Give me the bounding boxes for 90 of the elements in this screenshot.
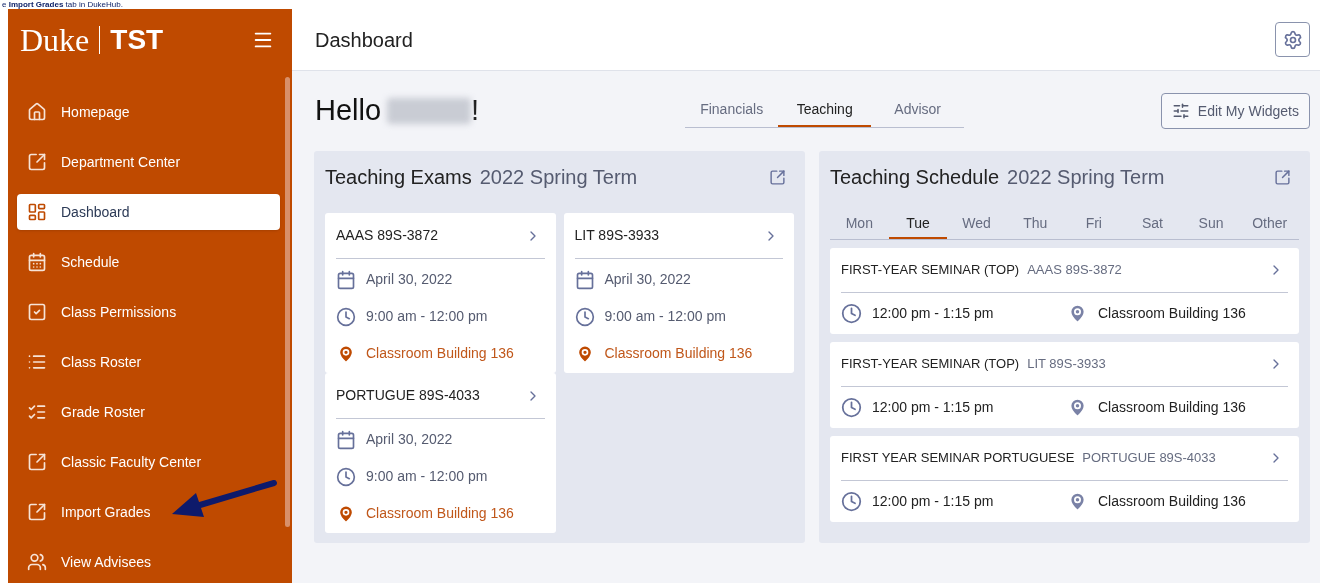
day-tab[interactable]: Sat [1123, 209, 1182, 239]
sidebar-item[interactable]: Classic Faculty Center [17, 444, 280, 480]
sidebar-item[interactable]: Import Grades [17, 494, 280, 530]
class-location: Classroom Building 136 [1098, 303, 1246, 323]
clock-icon [574, 306, 595, 327]
location-pin-icon [336, 343, 356, 364]
class-name: FIRST-YEAR SEMINAR (TOP) [841, 261, 1020, 280]
list-icon [27, 352, 47, 372]
clock-icon [336, 306, 356, 327]
scrollbar[interactable] [285, 77, 290, 527]
exam-location: Classroom Building 136 [366, 344, 514, 363]
tab[interactable]: Advisor [871, 94, 965, 127]
exam-card[interactable]: PORTUGUE 89S-4033 April 30, 2022 9:00 am - 12:00 pm Classroom Building 136 [325, 373, 556, 533]
exam-date: April 30, 2022 [366, 430, 453, 449]
dashboard-icon [27, 202, 47, 222]
settings-button[interactable] [1275, 22, 1310, 57]
class-name: FIRST-YEAR SEMINAR (TOP) [841, 355, 1020, 374]
caption-text: e Import Grades tab in DukeHub. [2, 0, 123, 9]
open-external-button[interactable] [769, 168, 786, 186]
tab[interactable]: Teaching [778, 94, 872, 127]
external-link-icon [27, 152, 47, 172]
exam-date: April 30, 2022 [366, 270, 453, 289]
exam-card[interactable]: AAAS 89S-3872 April 30, 2022 9:00 am - 12:00 pm Classroom Building 136 [325, 213, 556, 373]
calendar-icon [574, 269, 595, 290]
open-external-button[interactable] [1274, 168, 1291, 186]
settings-icon [1282, 29, 1303, 50]
day-tab[interactable]: Other [1240, 209, 1299, 239]
logo-suffix: TST [110, 26, 164, 54]
exam-time: 9:00 am - 12:00 pm [604, 307, 726, 326]
course-code: AAAS 89S-3872 [1027, 261, 1122, 280]
clock-icon [841, 302, 862, 324]
clock-icon [336, 466, 356, 487]
course-code: LIT 89S-3933 [574, 226, 660, 245]
logo-text: Duke [20, 24, 90, 56]
exam-time: 9:00 am - 12:00 pm [366, 307, 488, 326]
panel-title: Teaching Exams [325, 165, 472, 190]
course-code: AAAS 89S-3872 [336, 226, 438, 245]
greeting: Hello [315, 93, 382, 129]
class-time: 12:00 pm - 1:15 pm [872, 491, 994, 511]
class-location: Classroom Building 136 [1098, 491, 1246, 511]
exam-location: Classroom Building 136 [604, 344, 753, 363]
checkbox-icon [27, 302, 47, 322]
class-name: FIRST YEAR SEMINAR PORTUGUESE [841, 449, 1075, 468]
exam-date: April 30, 2022 [604, 270, 691, 289]
sidebar-item[interactable]: Grade Roster [17, 394, 280, 430]
external-link-icon [27, 452, 47, 472]
panel-term: 2022 Spring Term [479, 165, 638, 190]
sidebar-item[interactable]: View Advisees [17, 544, 280, 580]
sidebar-item[interactable]: Department Center [17, 144, 280, 180]
panel-title: Teaching Schedule [830, 165, 999, 190]
edit-widgets-button[interactable]: Edit My Widgets [1160, 93, 1310, 129]
calendar-icon [336, 269, 356, 290]
home-icon [27, 102, 47, 122]
external-link-icon [27, 502, 47, 522]
course-code: PORTUGUE 89S-4033 [1082, 449, 1216, 468]
course-code: LIT 89S-3933 [1027, 355, 1106, 374]
sidebar-item[interactable]: Homepage [17, 94, 280, 130]
class-time: 12:00 pm - 1:15 pm [872, 303, 994, 323]
exam-time: 9:00 am - 12:00 pm [366, 467, 488, 486]
sidebar-item[interactable]: Class Roster [17, 344, 280, 380]
people-icon [27, 552, 47, 572]
course-code: PORTUGUE 89S-4033 [336, 386, 480, 405]
sliders-icon [1171, 102, 1190, 120]
calendar-icon [27, 252, 47, 272]
sidebar-item[interactable]: Dashboard [17, 194, 280, 230]
tab[interactable]: Financials [685, 94, 779, 127]
day-tab[interactable]: Mon [830, 209, 889, 239]
clock-icon [841, 490, 862, 512]
sidebar-item[interactable]: Class Permissions [17, 294, 280, 330]
class-card[interactable]: FIRST-YEAR SEMINAR (TOP) AAAS 89S-3872 12:00 pm - 1:15 pm Classroom Building 136 [830, 248, 1299, 334]
panel-term: 2022 Spring Term [1007, 165, 1165, 190]
clock-icon [841, 396, 862, 418]
day-tab[interactable]: Thu [1005, 209, 1065, 239]
day-tab[interactable]: Wed [947, 209, 1006, 239]
exam-location: Classroom Building 136 [366, 504, 514, 523]
external-link-icon [1274, 168, 1291, 186]
class-time: 12:00 pm - 1:15 pm [872, 397, 994, 417]
sidebar-item[interactable]: Schedule [17, 244, 280, 280]
checklist-icon [27, 402, 47, 422]
calendar-icon [336, 429, 356, 450]
day-tab[interactable]: Fri [1064, 209, 1124, 239]
exam-card[interactable]: LIT 89S-3933 April 30, 2022 9:00 am - 12:00 pm Classroom Building 136 [563, 213, 794, 373]
greeting-end: ! [471, 93, 480, 129]
page-title: Dashboard [315, 27, 413, 53]
class-card[interactable]: FIRST YEAR SEMINAR PORTUGUESE PORTUGUE 89S-4033 12:00 pm - 1:15 pm Classroom Building 136 [830, 436, 1299, 522]
class-location: Classroom Building 136 [1098, 397, 1246, 417]
class-card[interactable]: FIRST-YEAR SEMINAR (TOP) LIT 89S-3933 12:00 pm - 1:15 pm Classroom Building 136 [830, 342, 1299, 428]
day-tab[interactable]: Tue [888, 209, 948, 239]
day-tab[interactable]: Sun [1181, 209, 1241, 239]
external-link-icon [769, 168, 786, 186]
